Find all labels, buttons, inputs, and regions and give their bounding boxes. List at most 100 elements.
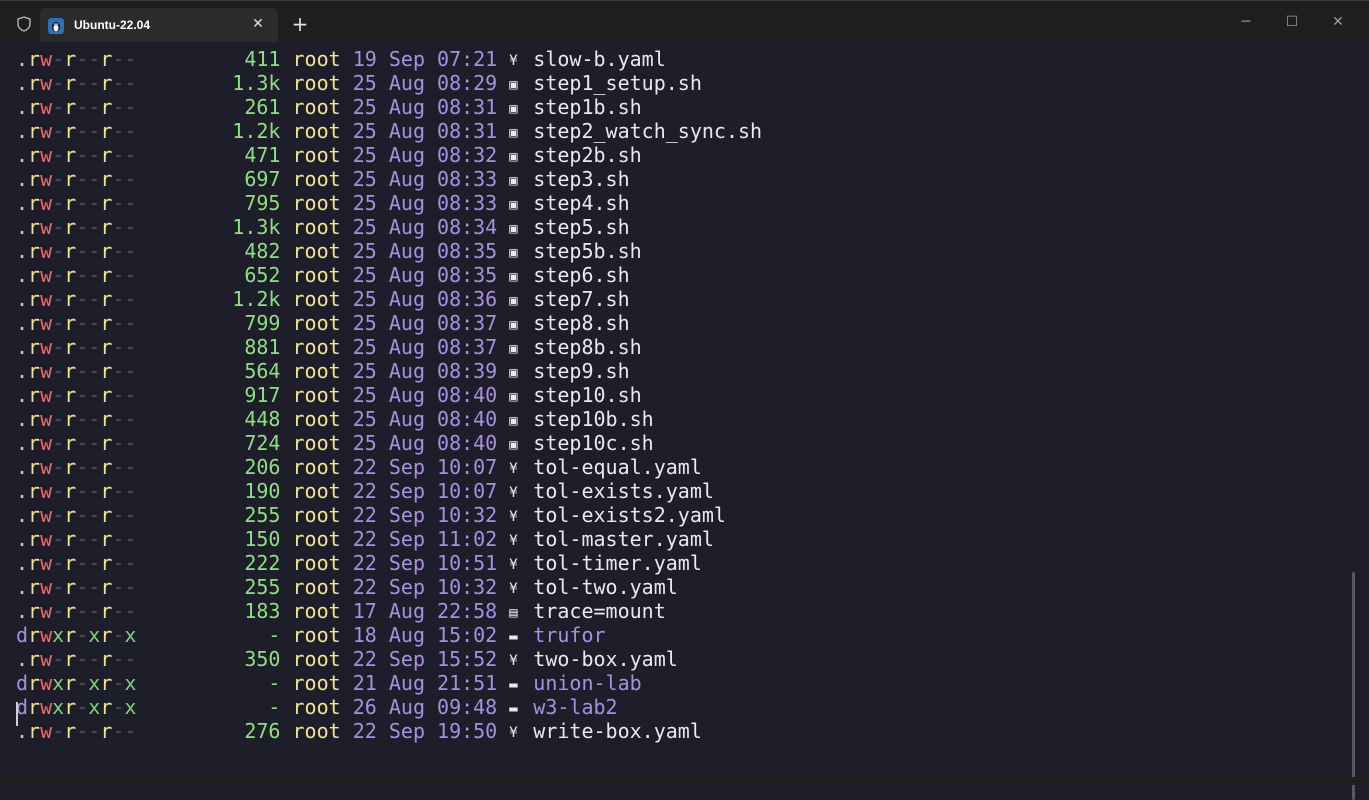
file-size: 150 (244, 527, 281, 551)
yaml-icon: ¥ (509, 581, 518, 597)
maximize-button[interactable]: ☐ (1269, 7, 1315, 37)
list-item: .rw-r--r-- 1.3k root 25 Aug 08:34 ▣ step5.… (16, 215, 762, 239)
file-owner: root (292, 623, 341, 647)
file-owner: root (292, 359, 341, 383)
permissions: rw-r--r-- (28, 599, 137, 623)
file-owner: root (292, 719, 341, 743)
file-name: write-box.yaml (533, 719, 702, 743)
file-type: . (16, 455, 29, 479)
permissions: rw-r--r-- (28, 479, 137, 503)
file-size: 255 (244, 575, 281, 599)
file-name: step2_watch_sync.sh (533, 119, 763, 143)
shell-icon: ▣ (509, 341, 518, 357)
list-item: .rw-r--r-- 799 root 25 Aug 08:37 ▣ step8.s… (16, 311, 762, 335)
file-name: w3-lab2 (533, 695, 618, 719)
permissions: rw-r--r-- (28, 527, 137, 551)
file-owner: root (292, 287, 341, 311)
shell-icon: ▣ (509, 197, 518, 213)
file-owner: root (292, 71, 341, 95)
minimize-button[interactable]: ─ (1223, 7, 1269, 37)
modified-date: 25 Aug 08:31 (352, 119, 498, 143)
permissions: rw-r--r-- (28, 167, 137, 191)
file-size: 448 (244, 407, 281, 431)
modified-date: 18 Aug 15:02 (352, 623, 498, 647)
list-item: drwxr-xr-x - root 26 Aug 09:48 ▬ w3-lab2 (16, 695, 762, 719)
list-item: .rw-r--r-- 350 root 22 Sep 15:52 ¥ two-box… (16, 647, 762, 671)
file-owner: root (292, 671, 341, 695)
permissions: rw-r--r-- (28, 119, 137, 143)
list-item: .rw-r--r-- 1.2k root 25 Aug 08:36 ▣ step7.… (16, 287, 762, 311)
list-item: .rw-r--r-- 222 root 22 Sep 10:51 ¥ tol-tim… (16, 551, 762, 575)
file-type: . (16, 311, 29, 335)
file-owner: root (292, 551, 341, 575)
tab-title: Ubuntu-22.04 (74, 18, 151, 32)
list-item: .rw-r--r-- 724 root 25 Aug 08:40 ▣ step10c… (16, 431, 762, 455)
permissions: rw-r--r-- (28, 263, 137, 287)
file-size: 697 (244, 167, 281, 191)
file-size: 1.3k (232, 215, 281, 239)
modified-date: 25 Aug 08:40 (352, 383, 498, 407)
file-type: . (16, 431, 29, 455)
file-type: . (16, 191, 29, 215)
file-owner: root (292, 119, 341, 143)
shell-icon: ▣ (509, 389, 518, 405)
file-size: 482 (244, 239, 281, 263)
list-item: .rw-r--r-- 652 root 25 Aug 08:35 ▣ step6.s… (16, 263, 762, 287)
tab-ubuntu[interactable]: Ubuntu-22.04 ✕ (40, 8, 278, 43)
file-name: tol-exists.yaml (533, 479, 714, 503)
new-tab-button[interactable]: + (288, 12, 312, 36)
shell-icon: ▣ (509, 365, 518, 381)
file-name: tol-equal.yaml (533, 455, 702, 479)
file-size: 276 (244, 719, 281, 743)
file-owner: root (292, 167, 341, 191)
yaml-icon: ¥ (509, 557, 518, 573)
modified-date: 25 Aug 08:36 (352, 287, 498, 311)
file-size: 206 (244, 455, 281, 479)
list-item: .rw-r--r-- 411 root 19 Sep 07:21 ¥ slow-b.… (16, 47, 762, 71)
file-owner: root (292, 599, 341, 623)
file-type: . (16, 47, 29, 71)
file-name: step4.sh (533, 191, 630, 215)
scrollbar[interactable] (1352, 572, 1355, 800)
file-type: . (16, 287, 29, 311)
file-owner: root (292, 431, 341, 455)
shell-icon: ▣ (509, 173, 518, 189)
file-size: 411 (244, 47, 281, 71)
file-type: . (16, 239, 29, 263)
permissions: rw-r--r-- (28, 143, 137, 167)
file-owner: root (292, 527, 341, 551)
modified-date: 22 Sep 10:32 (352, 575, 498, 599)
modified-date: 25 Aug 08:29 (352, 71, 498, 95)
file-name: trace=mount (533, 599, 666, 623)
shield-icon[interactable] (16, 16, 32, 32)
permissions: rw-r--r-- (28, 191, 137, 215)
file-name: step7.sh (533, 287, 630, 311)
file-name: step3.sh (533, 167, 630, 191)
file-size: 1.2k (232, 287, 281, 311)
file-owner: root (292, 191, 341, 215)
permissions: rwxr-xr-x (28, 695, 137, 719)
shell-icon: ▣ (509, 125, 518, 141)
yaml-icon: ¥ (509, 53, 518, 69)
modified-date: 26 Aug 09:48 (352, 695, 498, 719)
window-bottom-border (0, 777, 1369, 785)
terminal-output[interactable]: .rw-r--r-- 411 root 19 Sep 07:21 ¥ slow-b.… (0, 42, 1362, 800)
modified-date: 25 Aug 08:37 (352, 335, 498, 359)
file-owner: root (292, 335, 341, 359)
file-owner: root (292, 95, 341, 119)
file-name: step8b.sh (533, 335, 642, 359)
modified-date: 19 Sep 07:21 (352, 47, 498, 71)
tab-close-icon[interactable]: ✕ (248, 14, 268, 34)
file-type: . (16, 479, 29, 503)
permissions: rw-r--r-- (28, 71, 137, 95)
yaml-icon: ¥ (509, 509, 518, 525)
file-name: step1b.sh (533, 95, 642, 119)
close-window-button[interactable]: ✕ (1315, 7, 1361, 37)
file-name: two-box.yaml (533, 647, 678, 671)
shell-icon: ▣ (509, 101, 518, 117)
list-item: .rw-r--r-- 564 root 25 Aug 08:39 ▣ step9.s… (16, 359, 762, 383)
file-size: 799 (244, 311, 281, 335)
file-type: d (16, 623, 29, 647)
file-icon: ▤ (509, 605, 518, 621)
file-name: step8.sh (533, 311, 630, 335)
